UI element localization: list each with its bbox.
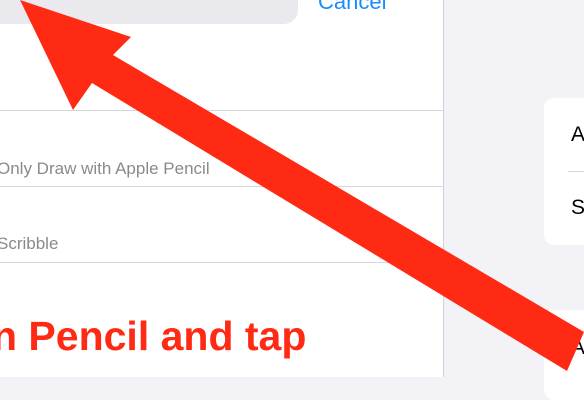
search-result-label: Only Draw with Apple Pencil [0,159,210,178]
row-separator [568,171,584,172]
search-field[interactable] [0,0,298,24]
settings-card: A [544,310,584,400]
settings-card: A S [544,98,584,245]
search-result-row[interactable]: Only Draw with Apple Pencil [0,110,443,186]
settings-row-label[interactable]: A [571,123,584,147]
pane-divider [443,0,444,377]
search-result-label: Scribble [0,234,59,253]
settings-row-label[interactable]: S [571,196,584,220]
search-result-row[interactable]: Scribble [0,186,443,263]
search-results-pane: Cancel Only Draw with Apple Pencil Scrib… [0,0,443,377]
cancel-button[interactable]: Cancel [318,0,386,16]
tutorial-caption: n Pencil and tap [0,313,307,359]
settings-row-label[interactable]: A [571,336,584,360]
